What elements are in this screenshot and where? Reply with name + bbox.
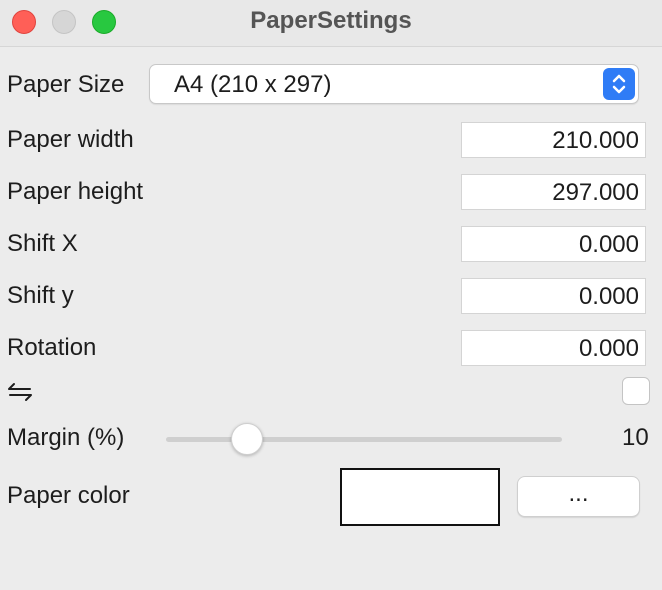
shift-x-field[interactable]: 0.000 [461,226,646,262]
title-bar: PaperSettings [0,0,662,47]
shift-x-label: Shift X [7,230,78,257]
shift-y-label: Shift y [7,282,74,309]
chevron-up-down-icon [603,68,635,100]
paper-height-label: Paper height [7,178,144,205]
paper-width-field[interactable]: 210.000 [461,122,646,158]
margin-label: Margin (%) [7,424,125,451]
shift-y-field[interactable]: 0.000 [461,278,646,314]
paper-size-select[interactable]: A4 (210 x 297) [149,64,639,104]
rotation-label: Rotation [7,334,97,361]
swap-checkbox[interactable] [622,377,650,405]
paper-height-field[interactable]: 297.000 [461,174,646,210]
rotation-field[interactable]: 0.000 [461,330,646,366]
paper-color-swatch [340,468,500,526]
margin-slider-track[interactable] [166,437,562,442]
paper-color-label: Paper color [7,482,130,509]
window-title: PaperSettings [250,7,412,34]
paper-size-value: A4 (210 x 297) [174,71,332,98]
paper-width-label: Paper width [7,126,134,153]
paper-size-label: Paper Size [7,71,125,98]
margin-slider-knob[interactable] [231,423,263,455]
margin-value: 10 [622,424,649,451]
choose-color-button[interactable]: ... [517,476,640,517]
swap-arrows-icon [7,381,33,403]
